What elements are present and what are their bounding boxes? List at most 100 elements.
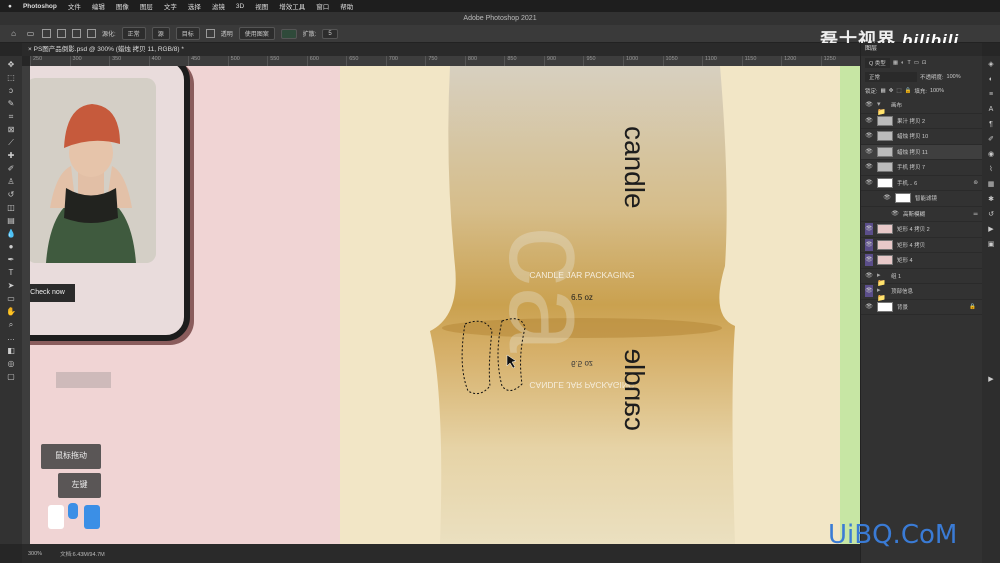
mode-select[interactable]: 正常 xyxy=(121,27,146,40)
home-icon[interactable]: ⌂ xyxy=(8,29,19,38)
marquee-tool-icon[interactable]: ⬚ xyxy=(6,73,17,82)
lock-all-icon[interactable]: 🔒 xyxy=(905,88,912,94)
layers-icon[interactable]: ◈ xyxy=(986,60,997,69)
paths-icon[interactable]: ⌇ xyxy=(986,165,997,174)
filter-smart-icon[interactable]: ⊡ xyxy=(922,60,927,66)
quick-mask-icon[interactable]: ◎ xyxy=(6,359,17,368)
menu-file[interactable]: 文件 xyxy=(68,1,81,11)
layer-item[interactable]: 👁 矩形 4 xyxy=(861,253,982,269)
zoom-tool-icon[interactable]: ⌕ xyxy=(6,320,17,329)
visibility-icon[interactable]: 👁 xyxy=(865,301,873,313)
menu-3d[interactable]: 3D xyxy=(236,3,244,10)
filter-adjust-icon[interactable]: ◐ xyxy=(901,60,904,66)
blend-mode-select[interactable]: 正常 xyxy=(865,72,917,82)
clone-stamp-icon[interactable]: ♙ xyxy=(6,177,17,186)
add-selection-icon[interactable] xyxy=(57,29,66,38)
brush-settings-icon[interactable]: ✐ xyxy=(986,135,997,144)
layer-item[interactable]: 👁 果汁 拷贝 2 xyxy=(861,114,982,129)
source-button[interactable]: 源 xyxy=(151,27,170,40)
pattern-picker[interactable] xyxy=(280,28,297,39)
apple-icon[interactable]: ● xyxy=(8,3,12,10)
diffuse-input[interactable]: 5 xyxy=(322,28,338,39)
visibility-icon[interactable]: 👁 xyxy=(865,270,873,282)
filter-shape-icon[interactable]: ▭ xyxy=(914,60,919,66)
dodge-tool-icon[interactable]: ● xyxy=(6,242,17,251)
brush-tool-icon[interactable]: ✐ xyxy=(6,164,17,173)
document-tab[interactable]: × PS图产品倒影.psd @ 300% (蜡烛 拷贝 11, RGB/8) * xyxy=(22,43,860,56)
lock-position-icon[interactable]: ✥ xyxy=(889,88,894,94)
video-play-icon[interactable]: ▶ xyxy=(986,375,997,384)
menu-help[interactable]: 帮助 xyxy=(340,1,353,11)
frame-tool-icon[interactable]: ⊠ xyxy=(6,125,17,134)
fill-input[interactable]: 100% xyxy=(930,88,944,94)
shape-tool-icon[interactable]: ▭ xyxy=(6,294,17,303)
history-icon[interactable]: ↺ xyxy=(986,210,997,219)
subtract-selection-icon[interactable] xyxy=(72,29,81,38)
quick-select-icon[interactable]: ✎ xyxy=(6,99,17,108)
menu-image[interactable]: 图像 xyxy=(116,1,129,11)
visibility-icon[interactable]: 👁 xyxy=(865,254,873,267)
menu-select[interactable]: 选择 xyxy=(188,1,201,11)
blur-tool-icon[interactable]: 💧 xyxy=(6,229,17,238)
visibility-icon[interactable]: 👁 xyxy=(865,161,873,173)
lock-pixels-icon[interactable]: ▦ xyxy=(881,88,886,94)
layer-item[interactable]: 👁 手机... 6 ⊚ xyxy=(861,176,982,191)
pen-tool-icon[interactable]: ✒ xyxy=(6,255,17,264)
layer-item[interactable]: 👁 矩形 4 拷贝 xyxy=(861,238,982,253)
crop-tool-icon[interactable]: ⌗ xyxy=(6,112,17,121)
adjustments-icon[interactable]: ◐ xyxy=(986,75,997,84)
menu-view[interactable]: 视图 xyxy=(255,1,268,11)
transparent-checkbox[interactable] xyxy=(205,29,215,38)
visibility-icon[interactable]: 👁 xyxy=(865,115,873,127)
visibility-icon[interactable]: 👁 xyxy=(865,130,873,142)
menu-window[interactable]: 窗口 xyxy=(316,1,329,11)
visibility-icon[interactable]: 👁 xyxy=(865,285,873,298)
actions-icon[interactable]: ▶ xyxy=(986,225,997,234)
properties-icon[interactable]: ≡ xyxy=(986,90,997,99)
libraries-icon[interactable]: ▣ xyxy=(986,240,997,249)
use-pattern-button[interactable]: 使用图案 xyxy=(238,27,275,40)
document-canvas[interactable]: Check now ca candle CANDLE JAR PACKAGING… xyxy=(30,66,860,544)
layer-filter-select[interactable]: Q 类型 xyxy=(865,58,890,68)
menu-photoshop[interactable]: Photoshop xyxy=(23,3,57,10)
swatches-icon[interactable]: ▦ xyxy=(986,180,997,189)
gradient-icon[interactable]: ▤ xyxy=(6,216,17,225)
visibility-icon[interactable]: 👁 xyxy=(865,238,873,251)
menu-edit[interactable]: 编辑 xyxy=(92,1,105,11)
layer-item-selected[interactable]: 👁 蜡烛 拷贝 11 xyxy=(861,144,982,160)
channels-icon[interactable]: ◉ xyxy=(986,150,997,159)
styles-icon[interactable]: ✱ xyxy=(986,195,997,204)
type-tool-icon[interactable]: T xyxy=(6,268,17,277)
gaussian-blur-item[interactable]: 👁 高斯模糊 ⚌ xyxy=(861,207,982,222)
patch-tool-icon[interactable]: ▭ xyxy=(25,29,36,38)
visibility-icon[interactable]: 👁 xyxy=(865,223,873,236)
hand-tool-icon[interactable]: ✋ xyxy=(6,307,17,316)
layer-group[interactable]: 👁 ▸📁 顶部信息 xyxy=(861,284,982,302)
zoom-level[interactable]: 300% xyxy=(28,551,42,557)
background-layer[interactable]: 👁 背景 🔒 xyxy=(861,300,982,315)
paragraph-icon[interactable]: ¶ xyxy=(986,120,997,129)
visibility-icon[interactable]: 👁 xyxy=(865,99,873,111)
opacity-input[interactable]: 100% xyxy=(947,74,961,80)
smart-filter-item[interactable]: 👁 智能滤镜 xyxy=(861,191,982,207)
menu-filter[interactable]: 滤镜 xyxy=(212,1,225,11)
layer-item[interactable]: 👁 手机 拷贝 7 xyxy=(861,160,982,176)
menu-layer[interactable]: 图层 xyxy=(140,1,153,11)
more-tools-icon[interactable]: … xyxy=(6,333,17,342)
eraser-icon[interactable]: ◫ xyxy=(6,203,17,212)
lasso-tool-icon[interactable]: ↄ xyxy=(6,86,17,95)
filter-options-icon[interactable]: ⚌ xyxy=(973,211,982,217)
menu-type[interactable]: 文字 xyxy=(164,1,177,11)
color-swatch-icon[interactable]: ◧ xyxy=(6,346,17,355)
layer-item[interactable]: 👁 ▾📁 画布 xyxy=(861,98,982,116)
layer-group[interactable]: 👁 ▸📁 组 1 xyxy=(861,269,982,287)
new-selection-icon[interactable] xyxy=(42,29,51,38)
character-icon[interactable]: A xyxy=(986,105,997,114)
history-brush-icon[interactable]: ↺ xyxy=(6,190,17,199)
menu-plugins[interactable]: 增效工具 xyxy=(279,1,305,11)
layer-item[interactable]: 👁 矩形 4 拷贝 2 xyxy=(861,222,982,238)
layer-item[interactable]: 👁 蜡烛 拷贝 10 xyxy=(861,129,982,145)
visibility-icon[interactable]: 👁 xyxy=(883,192,891,204)
filter-type-icon[interactable]: T xyxy=(907,60,910,66)
move-tool-icon[interactable]: ✥ xyxy=(6,60,17,69)
